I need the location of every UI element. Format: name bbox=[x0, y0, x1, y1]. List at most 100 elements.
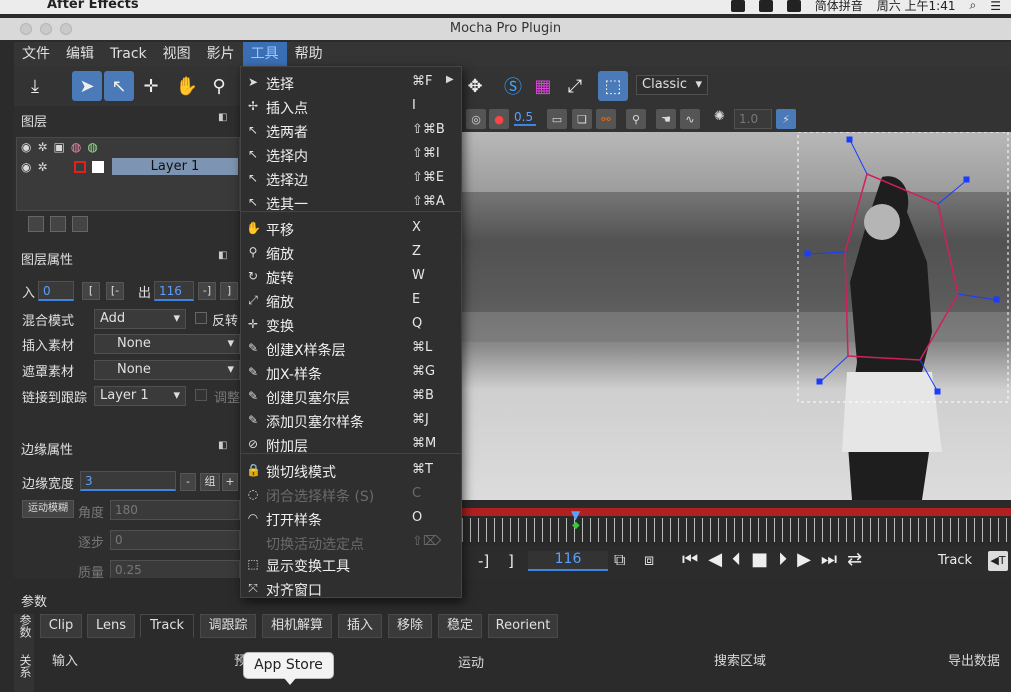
menu-item[interactable]: ↖ 选择边 ⇧⌘E bbox=[241, 167, 461, 191]
fit-icon[interactable]: ⤢ bbox=[560, 71, 590, 101]
go-start-icon[interactable]: ⏮ bbox=[682, 549, 698, 570]
angle-field[interactable]: 180 bbox=[110, 500, 240, 520]
go-in-button[interactable]: [- bbox=[106, 282, 124, 300]
timeline-ruler[interactable] bbox=[462, 518, 1011, 542]
exposure-field[interactable]: 1.0 bbox=[734, 109, 772, 129]
edge-plus-button[interactable]: + bbox=[222, 473, 238, 491]
menu-item[interactable]: ⤢ 缩放 E bbox=[241, 289, 461, 313]
opacity-value[interactable]: 0.5 bbox=[514, 110, 536, 126]
menu-help[interactable]: 帮助 bbox=[287, 42, 331, 66]
insert-clip-select[interactable]: None bbox=[94, 334, 240, 354]
search-icon[interactable]: ⌕ bbox=[970, 0, 977, 13]
keyframe-icon[interactable]: ◆ bbox=[572, 520, 580, 531]
clip-viewer[interactable] bbox=[462, 132, 1011, 500]
save-icon[interactable]: ⤓ bbox=[20, 71, 50, 101]
link-icon[interactable]: ⚯ bbox=[596, 109, 616, 129]
stop-icon[interactable]: ■ bbox=[751, 549, 768, 570]
tab-adjust-track[interactable]: 调跟踪 bbox=[200, 614, 256, 638]
side-tab-relations[interactable]: 关系 bbox=[18, 654, 32, 678]
gear-icon[interactable]: ✲ bbox=[37, 140, 47, 154]
set-in-button[interactable]: [ bbox=[82, 282, 100, 300]
set-out-icon[interactable]: -] bbox=[478, 552, 489, 570]
panel-menu-icon[interactable]: ◧ bbox=[218, 250, 227, 261]
menu-item[interactable]: ✛ 变换 Q bbox=[241, 313, 461, 337]
hand-icon[interactable]: ✋ bbox=[172, 71, 202, 101]
menu-view[interactable]: 视图 bbox=[155, 42, 199, 66]
panel-menu-icon[interactable]: ◧ bbox=[218, 440, 227, 451]
menu-item[interactable]: ✎ 加X-样条 ⌘G bbox=[241, 361, 461, 385]
step-forward-icon[interactable]: ⏵ bbox=[778, 549, 787, 570]
go-out-button[interactable]: -] bbox=[198, 282, 216, 300]
overlay-icon[interactable]: ◎ bbox=[466, 109, 486, 129]
color-icon[interactable]: ◍ bbox=[71, 140, 81, 154]
tab-track[interactable]: Track bbox=[140, 614, 194, 638]
gear-icon[interactable]: ✲ bbox=[37, 160, 47, 174]
close-window-button[interactable] bbox=[20, 23, 32, 35]
matte-icon[interactable]: ● bbox=[489, 109, 509, 129]
input-method[interactable]: 简体拼音 bbox=[815, 0, 863, 14]
magnify-icon[interactable]: ⚲ bbox=[626, 109, 646, 129]
set-out-button[interactable]: ] bbox=[220, 282, 238, 300]
menu-item[interactable]: ✎ 创建X样条层 ⌘L bbox=[241, 337, 461, 361]
menu-edit[interactable]: 编辑 bbox=[58, 42, 102, 66]
go-end-icon[interactable]: ⏭ bbox=[821, 549, 837, 570]
out-field[interactable]: 116 bbox=[154, 281, 194, 301]
panel-menu-icon[interactable]: ◧ bbox=[218, 112, 227, 123]
tab-stabilize[interactable]: 稳定 bbox=[438, 614, 482, 638]
menu-item[interactable]: ✢ 插入点 I bbox=[241, 95, 461, 119]
menu-item[interactable]: ◌ 闭合选择样条 (S) C bbox=[241, 483, 461, 507]
menu-item[interactable]: ✎ 创建贝塞尔层 ⌘B bbox=[241, 385, 461, 409]
edge-group-button[interactable]: 组 bbox=[200, 473, 220, 491]
timeline[interactable]: ▼ ◆ bbox=[462, 500, 1011, 546]
menu-tools[interactable]: 工具 bbox=[242, 42, 287, 66]
menu-file[interactable]: 文件 bbox=[14, 42, 58, 66]
clock[interactable]: 周六 上午1:41 bbox=[877, 0, 956, 14]
link-to-track-select[interactable]: Layer 1 bbox=[94, 386, 186, 406]
loop-icon[interactable]: ⇄ bbox=[847, 549, 862, 570]
tab-remove[interactable]: 移除 bbox=[388, 614, 432, 638]
menu-item[interactable]: ⬚ 显示变换工具 bbox=[241, 553, 461, 577]
timeline-fit-icon[interactable]: ⧉ bbox=[614, 550, 625, 570]
menu-item[interactable]: ✋ 平移 X bbox=[241, 217, 461, 241]
add-point-icon[interactable]: ✛ bbox=[136, 71, 166, 101]
status-icon[interactable] bbox=[758, 0, 773, 12]
menu-item[interactable]: ⊘ 附加层 ⌘M bbox=[241, 433, 461, 457]
step-field[interactable]: 0 bbox=[110, 530, 240, 550]
palette-icon[interactable]: ◍ bbox=[87, 140, 97, 154]
menu-item[interactable]: ↖ 选两者 ⇧⌘B bbox=[241, 119, 461, 143]
track-backward-icon[interactable]: ◀T bbox=[988, 551, 1008, 571]
play-forward-icon[interactable]: ▶ bbox=[797, 549, 811, 570]
tab-camera-solve[interactable]: 相机解算 bbox=[262, 614, 332, 638]
zoom-icon[interactable]: ⚲ bbox=[204, 71, 234, 101]
invert-checkbox[interactable] bbox=[195, 312, 207, 324]
grid-icon[interactable]: ▦ bbox=[528, 71, 558, 101]
current-frame-field[interactable]: 116 bbox=[528, 551, 608, 571]
view-mode-select[interactable]: Classic bbox=[636, 75, 708, 95]
blend-mode-select[interactable]: Add bbox=[94, 309, 186, 329]
edge-minus-button[interactable]: - bbox=[180, 473, 196, 491]
menu-item[interactable]: 🔒 锁切线模式 ⌘T bbox=[241, 459, 461, 483]
tab-clip[interactable]: Clip bbox=[40, 614, 82, 638]
zoom-window-button[interactable] bbox=[60, 23, 72, 35]
menu-item[interactable]: ↖ 选其一 ⇧⌘A bbox=[241, 191, 461, 215]
new-layer-icon[interactable] bbox=[28, 216, 44, 232]
menu-item[interactable]: ⚲ 缩放 Z bbox=[241, 241, 461, 265]
motion-blur-button[interactable]: 运动模糊 bbox=[22, 500, 74, 518]
flash-icon[interactable]: ⚡ bbox=[776, 109, 796, 129]
tab-insert[interactable]: 插入 bbox=[338, 614, 382, 638]
quality-field[interactable]: 0.25 bbox=[110, 560, 240, 580]
pick-tool-icon[interactable]: ➤ bbox=[72, 71, 102, 101]
menu-track[interactable]: Track bbox=[102, 42, 155, 66]
timeline-range-bar[interactable] bbox=[462, 508, 1011, 516]
menu-item[interactable]: ✎ 添加贝塞尔样条 ⌘J bbox=[241, 409, 461, 433]
tab-lens[interactable]: Lens bbox=[87, 614, 135, 638]
monitor-icon[interactable]: ▭ bbox=[547, 109, 567, 129]
hand-track-icon[interactable]: ☚ bbox=[656, 109, 676, 129]
step-back-icon[interactable]: ⏴ bbox=[732, 549, 741, 570]
menu-item[interactable]: ➤ 选择 ⌘F ▶ bbox=[241, 71, 461, 95]
layer-matte-swatch[interactable] bbox=[91, 161, 104, 173]
menu-item[interactable]: ⤧ 对齐窗口 bbox=[241, 577, 461, 601]
menu-item[interactable]: ◠ 打开样条 O bbox=[241, 507, 461, 531]
out-bracket-icon[interactable]: ] bbox=[508, 552, 514, 570]
matte-clip-select[interactable]: None bbox=[94, 360, 240, 380]
